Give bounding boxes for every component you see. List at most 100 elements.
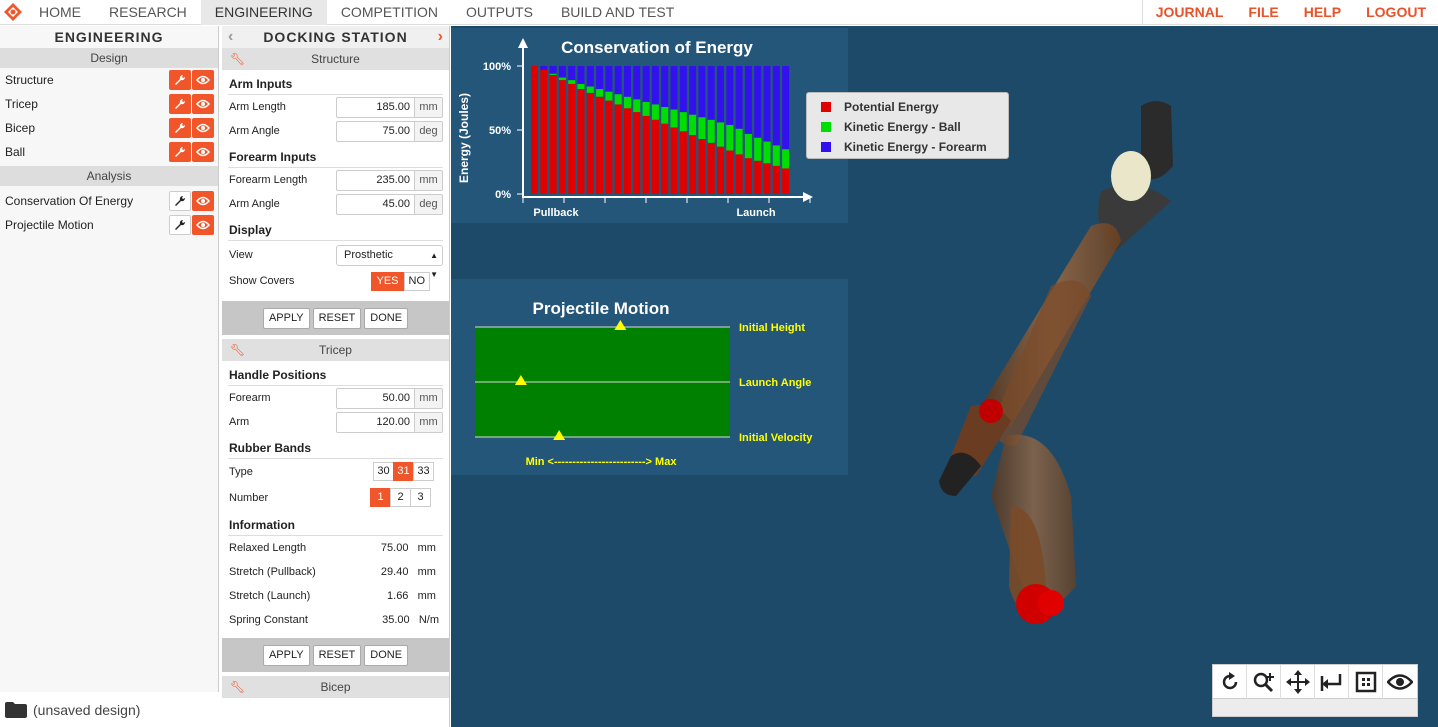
forearm-angle-unit: deg [414,194,443,215]
covers-yes-button[interactable]: YES [371,272,404,291]
done-button[interactable]: DONE [364,307,409,329]
band-number-option-1[interactable]: 1 [370,488,391,507]
tricep-arm-input[interactable]: 120.00 [336,412,414,433]
wrench-icon[interactable] [169,94,191,114]
spring-constant-value: 35.00 N/m [382,614,439,626]
design-item-bicep[interactable]: Bicep [0,116,218,140]
eye-icon[interactable] [192,118,214,138]
forearm-length-label: Forearm Length [229,174,308,186]
band-type-option-31[interactable]: 31 [393,462,414,481]
energy-bar-potential [772,165,780,194]
forearm-length-input[interactable]: 235.00 [336,170,414,191]
band-number-option-2[interactable]: 2 [390,488,411,507]
bicep-section-header[interactable]: 🔧︎ Bicep [222,676,449,698]
energy-legend: Potential Energy Kinetic Energy - Ball Kin… [806,92,1009,159]
band-number-option-3[interactable]: 3 [410,488,431,507]
zoom-icon[interactable] [1247,665,1281,699]
done-button[interactable]: DONE [364,644,409,666]
reset-button[interactable]: RESET [312,307,362,329]
energy-bar-ball [735,128,743,155]
nav-home[interactable]: HOME [25,0,95,25]
panel-title: ENGINEERING [0,26,218,48]
analysis-item-0[interactable]: Conservation Of Energy [0,189,218,213]
tricep-section-header[interactable]: 🔧︎ Tricep [222,339,449,361]
tricep-forearm-input[interactable]: 50.00 [336,388,414,409]
prev-arrow-icon[interactable]: ‹ [228,28,233,46]
design-section-header: Design [0,48,218,68]
covers-no-button[interactable]: NO [403,272,430,291]
legend-swatch [821,122,831,132]
logo-icon[interactable] [0,0,25,25]
next-arrow-icon[interactable]: › [438,28,443,46]
tricep-arm-label: Arm [229,416,250,428]
view-select[interactable]: Prosthetic ▲ ▼ [336,245,443,279]
projectile-chart-panel: Projectile Motion Initial Height Launch A… [451,279,848,475]
show-covers-label: Show Covers [229,275,295,287]
apply-button[interactable]: APPLY [262,307,310,329]
folder-icon [5,701,27,718]
nav-help[interactable]: HELP [1291,0,1353,25]
eye-icon[interactable] [192,191,214,211]
energy-bar-ball [754,137,762,161]
eye-icon[interactable] [192,94,214,114]
arm-length-input[interactable]: 185.00 [336,97,414,118]
structure-header-label: Structure [311,52,360,66]
energy-ytick-label: 0% [495,189,511,201]
band-type-option-30[interactable]: 30 [373,462,394,481]
design-status[interactable]: (unsaved design) [0,692,219,727]
nav-engineering[interactable]: ENGINEERING [200,0,327,25]
eye-icon[interactable] [192,70,214,90]
wrench-icon: 🔧︎ [230,52,246,66]
eye-icon[interactable] [192,215,214,235]
nav-competition[interactable]: COMPETITION [327,0,452,25]
projectile-chart-title: Projectile Motion [533,299,670,318]
structure-section-header[interactable]: 🔧︎ Structure [222,48,449,70]
stretch-launch-label: Stretch (Launch) [229,590,311,602]
analysis-item-1[interactable]: Projectile Motion [0,213,218,237]
wrench-icon[interactable] [169,70,191,90]
fit-icon[interactable] [1349,665,1383,699]
arm-angle-row: Arm Angle 75.00 deg [222,119,449,143]
energy-bar-forearm [763,66,771,142]
stretch-pullback-row: Stretch (Pullback) 29.40 mm [222,560,449,584]
energy-bar-ball [679,112,687,132]
rotate-icon[interactable] [1213,665,1247,699]
nav-journal[interactable]: JOURNAL [1143,0,1236,25]
nav-outputs[interactable]: OUTPUTS [452,0,547,25]
design-item-tricep[interactable]: Tricep [0,92,218,116]
wrench-icon: 🔧︎ [230,343,246,357]
reset-button[interactable]: RESET [312,644,362,666]
visibility-icon[interactable] [1383,665,1417,699]
energy-bar-potential [670,127,678,194]
energy-bar-potential [586,92,594,194]
forearm-angle-input[interactable]: 45.00 [336,194,414,215]
wrench-icon[interactable] [169,191,191,211]
nav-research[interactable]: RESEARCH [95,0,201,25]
band-type-option-33[interactable]: 33 [413,462,434,481]
wrench-icon[interactable] [169,142,191,162]
energy-bar-forearm [698,66,706,118]
projectile-param-label: Initial Velocity [739,432,813,444]
apply-button[interactable]: APPLY [262,644,310,666]
nav-file[interactable]: FILE [1235,0,1290,25]
energy-bar-forearm [614,66,622,95]
pan-icon[interactable] [1281,665,1315,699]
design-item-structure[interactable]: Structure [0,68,218,92]
design-item-ball[interactable]: Ball [0,140,218,164]
3d-viewport[interactable]: Conservation of Energy Energy (Joules) 0… [451,26,1438,727]
nav-build-and-test[interactable]: BUILD AND TEST [547,0,688,25]
energy-bar-forearm [726,66,734,125]
energy-bar-potential [782,168,790,194]
energy-bar-ball [614,94,622,105]
eye-icon[interactable] [192,142,214,162]
energy-bar-forearm [679,66,687,113]
wrench-icon[interactable] [169,215,191,235]
wrench-icon[interactable] [169,118,191,138]
rubber-bands-heading: Rubber Bands [228,434,443,459]
energy-bar-forearm [577,66,585,84]
reset-view-icon[interactable] [1315,665,1349,699]
arm-angle-unit: deg [414,121,443,142]
arm-angle-input[interactable]: 75.00 [336,121,414,142]
relaxed-length-value: 75.00 mm [380,542,436,554]
nav-logout[interactable]: LOGOUT [1353,0,1438,25]
